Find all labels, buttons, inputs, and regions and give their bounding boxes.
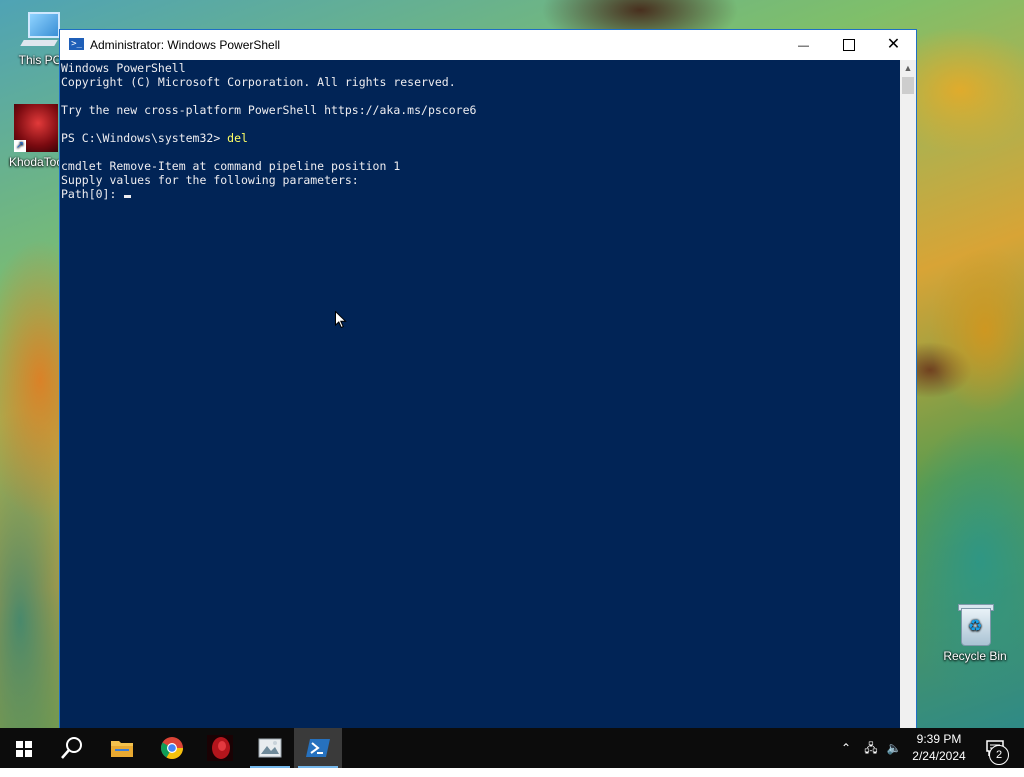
- taskbar-image-tool[interactable]: [246, 728, 294, 768]
- typed-command: del: [227, 131, 248, 145]
- clock[interactable]: 9:39 PM 2/24/2024: [905, 731, 973, 765]
- minimize-button[interactable]: —: [781, 30, 826, 59]
- computer-icon: [20, 10, 60, 50]
- clock-date: 2/24/2024: [912, 749, 966, 763]
- console-line: Supply values for the following paramete…: [61, 173, 359, 187]
- network-icon: 🖧: [864, 741, 878, 755]
- desktop-icon-label: Recycle Bin: [943, 649, 1007, 663]
- minimize-icon: —: [798, 40, 809, 52]
- taskbar: ⌃ 🖧 🔈 9:39 PM 2/24/2024: [0, 728, 1024, 768]
- title-bar[interactable]: >_ Administrator: Windows PowerShell — ✕: [60, 30, 916, 60]
- start-button[interactable]: [0, 728, 48, 768]
- console-line: cmdlet Remove-Item at command pipeline p…: [61, 159, 401, 173]
- windows-logo-icon: [16, 741, 32, 757]
- show-hidden-icons-button[interactable]: ⌃: [836, 728, 856, 768]
- console-line: Try the new cross-platform PowerShell ht…: [61, 103, 477, 117]
- app-icon: ↗: [14, 104, 58, 152]
- chrome-icon: [161, 737, 183, 759]
- network-button[interactable]: 🖧: [860, 728, 882, 768]
- mouse-pointer-icon: [335, 311, 347, 329]
- text-cursor: [124, 195, 132, 198]
- maximize-button[interactable]: [826, 30, 871, 59]
- powershell-icon: >_: [69, 38, 84, 50]
- recycle-bin-icon: ♻: [955, 602, 995, 646]
- image-tool-icon: [258, 738, 282, 758]
- console-prompt: PS C:\Windows\system32>: [61, 131, 228, 145]
- desktop-icon-recycle-bin[interactable]: ♻ Recycle Bin: [939, 602, 1011, 663]
- khodatoo-app-icon: [207, 735, 233, 761]
- powershell-window[interactable]: >_ Administrator: Windows PowerShell — ✕…: [59, 29, 917, 728]
- console-output[interactable]: Windows PowerShell Copyright (C) Microso…: [60, 60, 900, 728]
- notification-count-badge: 2: [989, 745, 1009, 765]
- scrollbar-thumb[interactable]: [902, 77, 914, 94]
- chevron-up-icon: ⌃: [840, 741, 852, 755]
- taskbar-search-button[interactable]: [48, 728, 96, 768]
- clock-time: 9:39 PM: [916, 732, 962, 746]
- window-title: Administrator: Windows PowerShell: [90, 38, 281, 52]
- close-icon: ✕: [886, 36, 901, 53]
- search-icon: [61, 737, 82, 759]
- shortcut-arrow-icon: ↗: [14, 140, 26, 152]
- folder-icon: [111, 741, 133, 757]
- console-input-prompt: Path[0]:: [61, 187, 124, 201]
- taskbar-file-explorer[interactable]: [98, 728, 146, 768]
- powershell-icon: [306, 739, 330, 757]
- maximize-icon: [842, 38, 855, 51]
- scroll-up-arrow-icon[interactable]: ▲: [900, 60, 916, 76]
- volume-button[interactable]: 🔈: [884, 728, 904, 768]
- taskbar-powershell[interactable]: [294, 728, 342, 768]
- taskbar-chrome[interactable]: [148, 728, 196, 768]
- console-line: Windows PowerShell: [61, 61, 186, 75]
- vertical-scrollbar[interactable]: ▲: [900, 60, 916, 728]
- taskbar-khodatoo[interactable]: [196, 728, 244, 768]
- close-button[interactable]: ✕: [871, 30, 916, 59]
- volume-muted-icon: 🔈: [886, 741, 902, 755]
- console-line: Copyright (C) Microsoft Corporation. All…: [61, 75, 456, 89]
